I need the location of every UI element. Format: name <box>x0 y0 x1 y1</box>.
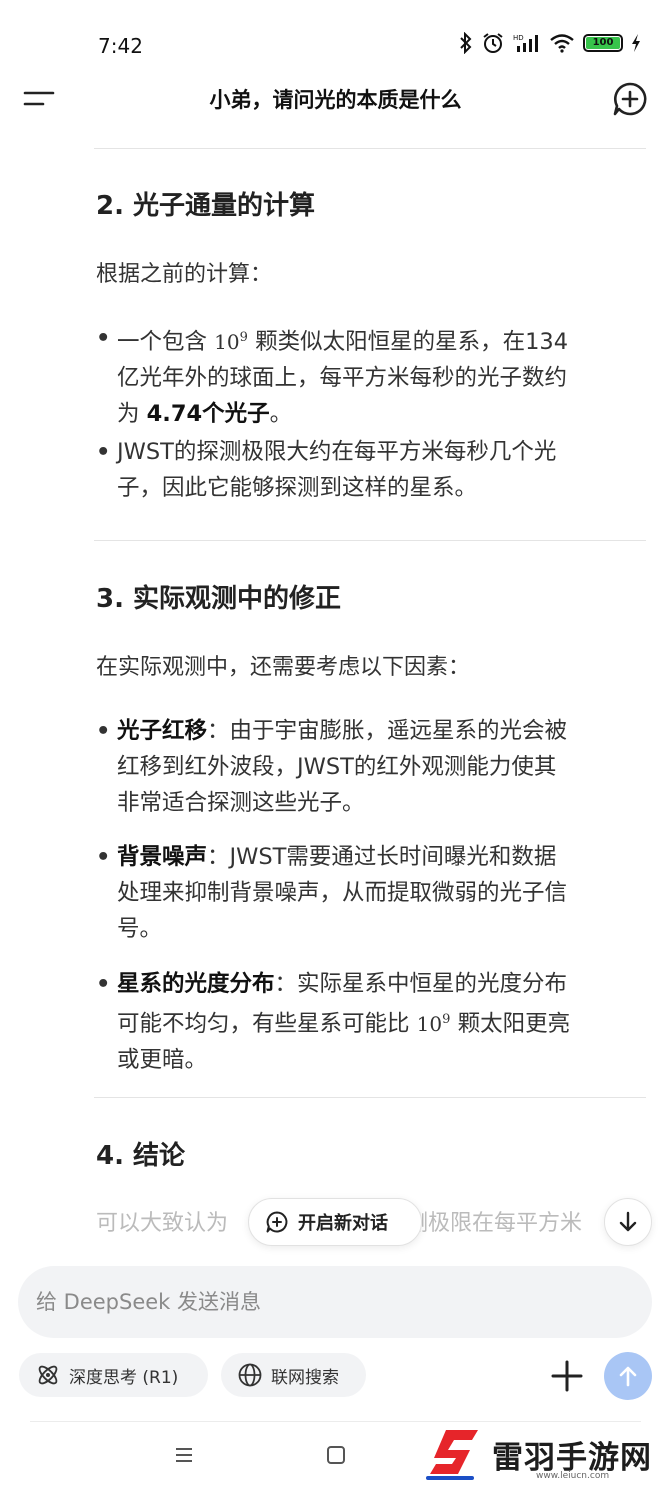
bullet-dot: • <box>96 844 111 870</box>
wifi-icon <box>550 34 574 53</box>
watermark-logo-icon <box>426 1430 478 1480</box>
bullet-label: 背景噪声 <box>117 844 208 870</box>
bullet-label: 星系的光度分布 <box>117 971 275 997</box>
text: 可能不均匀，有些星系可能比 <box>117 1011 410 1037</box>
text: 红移到红外波段，JWST的红外观测能力使其 <box>117 754 557 780</box>
text: 颗太阳更亮 <box>457 1011 571 1037</box>
status-icons: HD 100 <box>459 32 641 54</box>
globe-icon <box>238 1363 262 1387</box>
text: ：由于宇宙膨胀，遥远星系的光会被 <box>207 718 568 744</box>
send-arrow-icon <box>619 1366 637 1387</box>
text: 为 <box>117 401 147 427</box>
section-heading: 4. 结论 <box>96 1141 186 1171</box>
nav-home-icon[interactable] <box>327 1446 345 1464</box>
bold-value: 4.74个光子 <box>146 401 270 427</box>
send-button[interactable] <box>604 1352 652 1400</box>
section-intro: 在实际观测中，还需要考虑以下因素： <box>96 655 471 680</box>
math-power: 109 <box>417 1012 451 1036</box>
menu-button[interactable] <box>22 84 58 114</box>
text: 可以大致认为 <box>96 1211 229 1236</box>
web-search-toggle[interactable]: 联网搜索 <box>221 1353 366 1397</box>
text: 子，因此它能够探测到这样的星系。 <box>117 475 478 501</box>
battery-icon: 100 <box>583 34 623 52</box>
nav-menu-button[interactable] <box>174 1446 194 1464</box>
list-item: • 一个包含 109 颗类似太阳恒星的星系，在134 亿光年外的球面上，每平方米… <box>96 320 641 432</box>
new-chat-icon <box>266 1211 288 1233</box>
svg-text:HD: HD <box>513 34 524 42</box>
bullet-dot: • <box>96 718 111 744</box>
bluetooth-icon <box>460 32 472 54</box>
bullet-dot: • <box>96 971 111 997</box>
bullet-dot: • <box>96 325 111 351</box>
watermark-url: www.leiucn.com <box>536 1471 610 1481</box>
status-time: 7:42 <box>98 34 143 58</box>
section-heading: 2. 光子通量的计算 <box>96 191 316 221</box>
text: 一个包含 <box>117 329 208 355</box>
text: 号。 <box>117 916 163 942</box>
section-intro: 根据之前的计算： <box>96 262 273 287</box>
divider <box>94 1097 646 1098</box>
battery-level: 100 <box>586 37 620 49</box>
message-composer <box>18 1266 652 1338</box>
web-search-label: 联网搜索 <box>271 1367 339 1388</box>
text: ：实际星系中恒星的光度分布 <box>274 971 568 997</box>
app-header: 小弟，请问光的本质是什么 <box>0 72 671 128</box>
list-item: • 光子红移：由于宇宙膨胀，遥远星系的光会被 红移到红外波段，JWST的红外观测… <box>96 713 641 821</box>
atom-icon <box>38 1365 58 1385</box>
divider <box>94 540 646 541</box>
text: 亿光年外的球面上，每平方米每秒的光子数约 <box>117 365 568 391</box>
hd-signal-icon: HD <box>513 34 538 52</box>
text: 测极限在每平方米 <box>406 1211 583 1236</box>
math-exponent: 9 <box>239 330 248 345</box>
deep-think-toggle[interactable]: 深度思考 (R1) <box>19 1353 208 1397</box>
plus-icon <box>551 1360 583 1392</box>
bullet-label: 光子红移 <box>117 718 208 744</box>
list-item: • 背景噪声：JWST需要通过长时间曝光和数据 处理来抑制背景噪声，从而提取微弱… <box>96 839 641 947</box>
nav-menu-icon <box>176 1448 192 1462</box>
math-base: 10 <box>416 1012 443 1036</box>
menu-icon <box>23 91 55 106</box>
list-item: • JWST的探测极限大约在每平方米每秒几个光 子，因此它能够探测到这样的星系。 <box>96 434 641 506</box>
math-exponent: 9 <box>442 1012 451 1027</box>
text: ：JWST需要通过长时间曝光和数据 <box>207 844 557 870</box>
scroll-down-button[interactable] <box>604 1198 652 1246</box>
message-input[interactable] <box>36 1266 626 1338</box>
text: 。 <box>269 401 293 427</box>
text: 颗类似太阳恒星的星系，在134 <box>255 329 569 355</box>
text: 或更暗。 <box>117 1047 208 1073</box>
new-chat-button[interactable] <box>611 80 649 118</box>
math-base: 10 <box>214 330 240 354</box>
chat-title: 小弟，请问光的本质是什么 <box>209 88 462 112</box>
math-power: 109 <box>214 330 248 354</box>
arrow-down-icon <box>619 1211 637 1232</box>
text: 非常适合探测这些光子。 <box>117 790 365 816</box>
new-chat-label: 开启新对话 <box>298 1213 388 1234</box>
list-item: • 星系的光度分布：实际星系中恒星的光度分布 可能不均匀，有些星系可能比 109… <box>96 966 641 1078</box>
text: JWST的探测极限大约在每平方米每秒几个光 <box>117 439 557 465</box>
text: 处理来抑制背景噪声，从而提取微弱的光子信 <box>117 880 568 906</box>
divider <box>94 148 646 149</box>
alarm-icon <box>483 33 503 53</box>
floating-new-chat-button[interactable]: 开启新对话 <box>248 1198 422 1246</box>
charging-icon <box>632 34 640 52</box>
deep-think-label: 深度思考 (R1) <box>69 1367 179 1388</box>
attach-button[interactable] <box>546 1355 588 1397</box>
new-chat-icon <box>613 82 647 116</box>
bullet-dot: • <box>96 439 111 465</box>
section-heading: 3. 实际观测中的修正 <box>96 584 342 614</box>
divider <box>30 1421 641 1422</box>
watermark: 雷羽手游网 www.leiucn.com <box>424 1428 664 1486</box>
